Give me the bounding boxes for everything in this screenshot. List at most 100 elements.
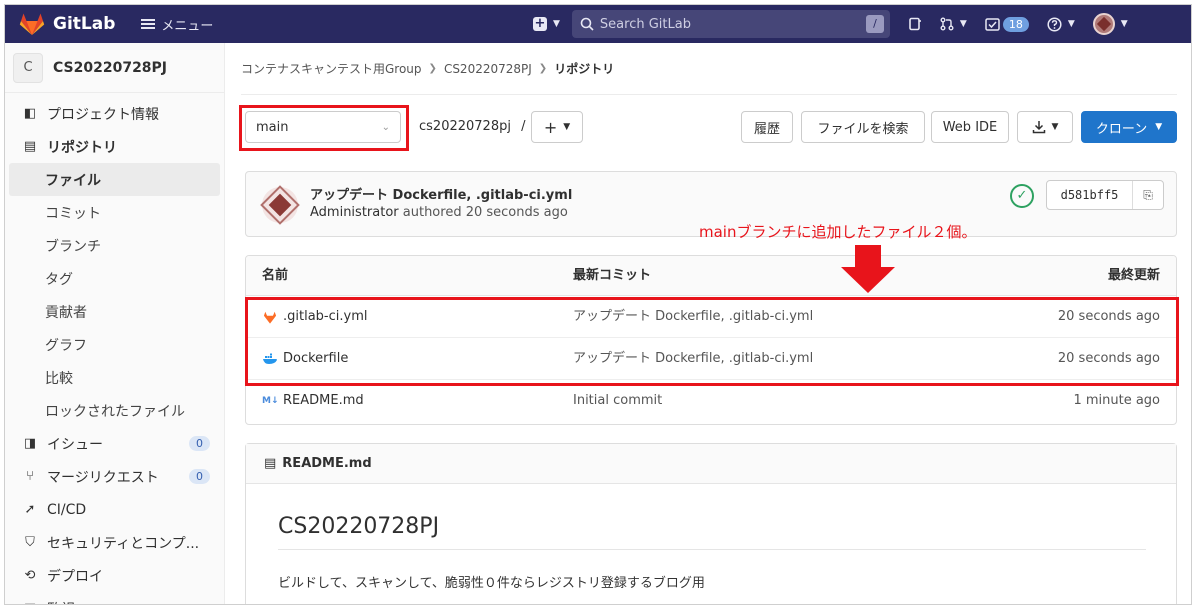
sidebar-item-monitor[interactable]: ▣ 監視 — [5, 592, 224, 605]
sidebar-item-merge-requests[interactable]: ⑂ マージリクエスト 0 — [5, 460, 224, 493]
clone-button[interactable]: クローン ▼ — [1081, 111, 1177, 143]
sidebar-item-label: ロックされたファイル — [45, 403, 185, 420]
sidebar-item-label: セキュリティとコンプ... — [47, 535, 200, 552]
sidebar-item-label: マージリクエスト — [47, 469, 159, 486]
sidebar-item-label: リポジトリ — [47, 139, 117, 156]
shield-icon: ⛉ — [25, 535, 35, 550]
history-button[interactable]: 履歴 — [741, 111, 793, 143]
header-last-update: 最終更新 — [1107, 268, 1160, 283]
breadcrumb-project[interactable]: CS20220728PJ — [444, 62, 532, 76]
sidebar-item-label: イシュー — [47, 436, 103, 453]
sidebar-project-header[interactable]: C CS20220728PJ — [5, 43, 224, 93]
main-content: コンテナスキャンテスト用Group ❯ CS20220728PJ ❯ リポジトリ… — [239, 43, 1179, 604]
todos-nav-button[interactable]: 18 — [985, 16, 1029, 32]
sidebar-item-issues[interactable]: ◨ イシュー 0 — [5, 427, 224, 460]
sidebar-item-locked-files[interactable]: ロックされたファイル — [5, 394, 224, 427]
issues-nav-button[interactable] — [908, 17, 922, 31]
web-ide-button[interactable]: Web IDE — [931, 111, 1009, 143]
commit-sha[interactable]: d581bff5 — [1047, 181, 1133, 209]
user-menu-button[interactable]: ▼ — [1092, 13, 1128, 35]
sidebar-item-label: 監視 — [47, 599, 75, 605]
sidebar-item-label: ファイル — [45, 172, 101, 189]
commit-action: authored — [402, 205, 462, 220]
annotation-text: mainブランチに追加したファイル２個。 — [699, 223, 977, 241]
file-last-commit[interactable]: Initial commit — [573, 380, 662, 422]
search-box[interactable]: / — [571, 10, 890, 38]
breadcrumb: コンテナスキャンテスト用Group ❯ CS20220728PJ ❯ リポジトリ — [241, 43, 1177, 95]
sidebar-item-label: 貢献者 — [45, 304, 87, 321]
main-menu-button[interactable]: メニュー — [141, 15, 213, 34]
path-separator: / — [521, 119, 526, 134]
chevron-right-icon: ❯ — [428, 63, 437, 74]
sidebar-item-label: コミット — [45, 205, 101, 222]
project-avatar: C — [13, 52, 43, 83]
history-label: 履歴 — [753, 121, 780, 137]
file-name[interactable]: README.md — [283, 380, 364, 422]
merge-request-icon — [940, 17, 954, 31]
user-avatar — [1092, 13, 1115, 35]
breadcrumb-group[interactable]: コンテナスキャンテスト用Group — [241, 60, 422, 77]
todo-count-badge: 18 — [1002, 16, 1029, 32]
search-icon — [580, 17, 594, 31]
find-file-button[interactable]: ファイルを検索 — [801, 111, 925, 143]
copy-icon[interactable]: ⎘ — [1133, 181, 1163, 209]
commit-author-avatar[interactable] — [262, 187, 298, 223]
markdown-icon: M↓ — [262, 396, 279, 406]
chevron-down-icon: ▼ — [563, 122, 571, 132]
sidebar-item-label: デプロイ — [47, 568, 103, 585]
sidebar-item-ci-cd[interactable]: ➚ CI/CD — [5, 493, 224, 526]
help-nav-button[interactable]: ▼ — [1047, 16, 1075, 32]
sidebar-item-branches[interactable]: ブランチ — [5, 229, 224, 262]
sidebar-item-security[interactable]: ⛉ セキュリティとコンプ... — [5, 526, 224, 559]
sidebar-item-project-info[interactable]: ◧ プロジェクト情報 — [5, 97, 224, 130]
readme-body: ビルドして、スキャンして、脆弱性０件ならレジストリ登録するブログ用 — [278, 576, 705, 591]
monitor-icon: ▣ — [21, 601, 39, 604]
chevron-down-icon: ▼ — [1120, 19, 1128, 29]
commit-time: 20 seconds ago — [465, 205, 568, 220]
top-navbar: GitLab メニュー + ▼ / ▼ — [5, 5, 1191, 43]
sidebar-item-graph[interactable]: グラフ — [5, 328, 224, 361]
chevron-down-icon: ▼ — [553, 19, 560, 29]
search-input[interactable] — [599, 16, 866, 32]
download-button[interactable]: ▼ — [1017, 111, 1073, 143]
breadcrumb-current[interactable]: リポジトリ — [554, 60, 614, 77]
merge-requests-nav-button[interactable]: ▼ — [940, 17, 967, 31]
pipeline-passed-icon[interactable]: ✓ — [1010, 184, 1034, 208]
sidebar-item-label: タグ — [45, 271, 73, 288]
sidebar-item-compare[interactable]: 比較 — [5, 361, 224, 394]
merge-requests-count-badge: 0 — [189, 469, 210, 484]
repo-path-root[interactable]: cs20220728pj — [419, 119, 511, 134]
plus-icon: + — [543, 117, 558, 137]
sidebar-item-label: CI/CD — [47, 501, 87, 518]
info-icon: ◧ — [23, 106, 37, 121]
sidebar-item-files[interactable]: ファイル — [9, 163, 220, 196]
commit-author[interactable]: Administrator — [310, 205, 399, 220]
project-sidebar: C CS20220728PJ ◧ プロジェクト情報 ▤ リポジトリ ファイル コ… — [5, 43, 225, 605]
readme-file-name[interactable]: README.md — [282, 456, 371, 471]
readme-panel: ▤ README.md CS20220728PJ ビルドして、スキャンして、脆弱… — [245, 443, 1177, 604]
menu-label: メニュー — [161, 18, 214, 34]
table-row[interactable]: M↓ README.md Initial commit 1 minute ago — [246, 380, 1176, 422]
hamburger-icon — [141, 19, 156, 29]
chevron-down-icon: ▼ — [959, 19, 967, 29]
gitlab-logo[interactable]: GitLab — [19, 12, 115, 36]
annotation-arrow-down-icon — [841, 267, 895, 293]
chevron-right-icon: ❯ — [538, 63, 548, 74]
add-to-tree-button[interactable]: + ▼ — [531, 111, 583, 143]
sidebar-item-contributors[interactable]: 貢献者 — [5, 295, 224, 328]
chevron-down-icon: ▼ — [1155, 122, 1163, 132]
sidebar-item-repository[interactable]: ▤ リポジトリ — [5, 130, 224, 163]
repo-path: cs20220728pj / — [419, 119, 525, 134]
merge-request-icon: ⑂ — [26, 469, 34, 484]
sidebar-item-commits[interactable]: コミット — [5, 196, 224, 229]
commit-title[interactable]: アップデート Dockerfile, .gitlab-ci.yml — [310, 184, 572, 203]
plus-square-icon: + — [533, 16, 547, 31]
sidebar-item-deployments[interactable]: ⟲ デプロイ — [5, 559, 224, 592]
new-dropdown-button[interactable]: + ▼ — [533, 17, 560, 31]
commit-sha-group: d581bff5 ⎘ — [1046, 180, 1164, 210]
tanuki-icon — [19, 13, 45, 35]
sidebar-item-label: ブランチ — [45, 238, 101, 255]
chevron-down-icon: ▼ — [1051, 122, 1059, 132]
download-icon — [1032, 121, 1045, 134]
sidebar-item-tags[interactable]: タグ — [5, 262, 224, 295]
